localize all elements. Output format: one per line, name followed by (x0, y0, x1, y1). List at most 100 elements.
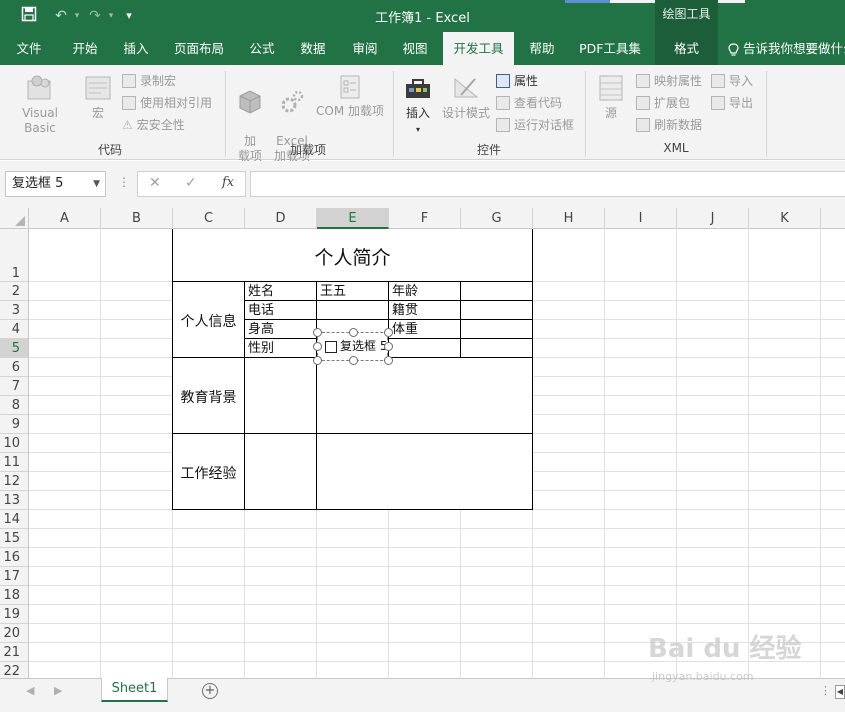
column-header-j[interactable]: J (677, 208, 749, 229)
row-header[interactable]: 9 (0, 415, 28, 434)
code-group-label: 代码 (97, 143, 122, 157)
column-header-e[interactable]: E (317, 208, 389, 229)
row-header[interactable]: 11 (0, 453, 28, 472)
row-header[interactable]: 15 (0, 529, 28, 548)
gridline (604, 229, 605, 678)
horizontal-scroll-left-icon[interactable]: ◀ (835, 685, 845, 699)
tab-file[interactable]: 文件 (8, 32, 50, 65)
tab-home[interactable]: 开始 (62, 32, 108, 65)
tab-format[interactable]: 格式 (655, 32, 718, 65)
row-header[interactable]: 7 (0, 377, 28, 396)
row-header[interactable]: 6 (0, 358, 28, 377)
com-addins-button[interactable]: COM 加载项 (314, 73, 386, 119)
resize-handle[interactable] (349, 328, 358, 337)
row-header[interactable]: 17 (0, 567, 28, 586)
expansion-packs-button[interactable]: 扩展包 (636, 93, 690, 113)
row-header[interactable]: 20 (0, 624, 28, 643)
insert-control-button[interactable]: 插入 ▾ (401, 73, 435, 137)
tab-pdf-tools[interactable]: PDF工具集 (572, 32, 648, 65)
table-border (172, 433, 533, 434)
row-header[interactable]: 22 (0, 662, 28, 678)
resize-handle[interactable] (384, 342, 393, 351)
resize-handle[interactable] (349, 356, 358, 365)
tab-data[interactable]: 数据 (292, 32, 334, 65)
row-header[interactable]: 2 (0, 282, 28, 301)
row-header[interactable]: 5 (0, 339, 28, 358)
row-header[interactable]: 14 (0, 510, 28, 529)
tab-help[interactable]: 帮助 (522, 32, 562, 65)
import-button[interactable]: 导入 (711, 71, 753, 91)
resize-handle[interactable] (384, 356, 393, 365)
resize-handle[interactable] (313, 356, 322, 365)
tab-insert[interactable]: 插入 (114, 32, 158, 65)
scroll-right-icon[interactable]: ▶ (54, 684, 62, 697)
xml-source-button[interactable]: 源 (594, 73, 628, 121)
run-dialog-button[interactable]: 运行对话框 (496, 115, 574, 135)
row-header[interactable]: 13 (0, 491, 28, 510)
resize-handle-icon[interactable]: ⋮ (118, 175, 130, 189)
addins-button[interactable]: 加 载项 (233, 73, 267, 164)
tab-view[interactable]: 视图 (395, 32, 435, 65)
worksheet-grid[interactable]: 个人简介 个人信息 教育背景 工作经验 姓名 王五 年龄 电话 籍贯 身高 体重… (29, 229, 845, 678)
column-header-f[interactable]: F (389, 208, 461, 229)
row-header[interactable]: 12 (0, 472, 28, 491)
column-header-b[interactable]: B (101, 208, 173, 229)
name-box[interactable]: 复选框 5 ▼ (5, 171, 106, 197)
insert-function-icon[interactable]: fx (222, 175, 234, 190)
add-sheet-icon[interactable]: + (202, 683, 218, 699)
checkbox-label[interactable]: 复选框 5 (340, 337, 390, 354)
column-header-c[interactable]: C (173, 208, 245, 229)
enter-icon[interactable]: ✓ (185, 175, 197, 191)
refresh-data-button[interactable]: 刷新数据 (636, 115, 702, 135)
chevron-down-icon[interactable]: ▼ (93, 172, 100, 196)
tell-me-text: 告诉我你想要做什么 (743, 41, 845, 56)
resize-handle[interactable] (313, 328, 322, 337)
row-header[interactable]: 16 (0, 548, 28, 567)
work-content-cell[interactable] (245, 434, 532, 509)
macros-button[interactable]: 宏 (82, 73, 114, 121)
tell-me-search[interactable]: 告诉我你想要做什么 (728, 32, 845, 65)
row-header[interactable]: 19 (0, 605, 28, 624)
column-header-a[interactable]: A (29, 208, 101, 229)
properties-button[interactable]: 属性 (496, 71, 538, 91)
row-header[interactable]: 10 (0, 434, 28, 453)
title-bar: ↶ ▾ ↷ ▾ ▾ 工作簿1 - Excel 绘图工具 (0, 0, 845, 32)
window-title: 工作簿1 - Excel (375, 11, 470, 26)
formula-input[interactable] (250, 171, 845, 197)
column-header-k[interactable]: K (749, 208, 821, 229)
education-content-cell[interactable] (245, 358, 532, 433)
tab-review[interactable]: 审阅 (344, 32, 386, 65)
row-header[interactable]: 1 (0, 229, 28, 282)
table-border (532, 229, 533, 510)
export-button[interactable]: 导出 (711, 93, 753, 113)
tab-formulas[interactable]: 公式 (242, 32, 282, 65)
visual-basic-button[interactable]: Visual Basic (5, 73, 75, 136)
row-header[interactable]: 3 (0, 301, 28, 320)
resize-handle[interactable] (384, 328, 393, 337)
design-mode-button[interactable]: 设计模式 (440, 73, 492, 121)
tab-page-layout[interactable]: 页面布局 (168, 32, 230, 65)
map-properties-button[interactable]: 映射属性 (636, 71, 702, 91)
macro-security-button[interactable]: ⚠ 宏安全性 (122, 115, 185, 135)
row-header[interactable]: 4 (0, 320, 28, 339)
checkbox[interactable] (325, 341, 337, 353)
column-header-g[interactable]: G (461, 208, 533, 229)
select-all-button[interactable] (0, 208, 29, 229)
sheet-tab-sheet1[interactable]: Sheet1 (101, 678, 168, 702)
cancel-icon[interactable]: ✕ (149, 175, 161, 191)
more-options-icon[interactable]: ⋮ (820, 684, 831, 697)
resize-handle[interactable] (313, 342, 322, 351)
record-macro-button[interactable]: 录制宏 (122, 71, 176, 91)
row-headers: 1 2 3 4 5 6 7 8 9 10 11 12 13 14 15 16 1… (0, 229, 29, 678)
view-code-button[interactable]: 查看代码 (496, 93, 562, 113)
scroll-left-icon[interactable]: ◀ (26, 684, 34, 697)
row-header[interactable]: 21 (0, 643, 28, 662)
toolbox-icon (406, 79, 430, 98)
column-header-d[interactable]: D (245, 208, 317, 229)
row-header[interactable]: 8 (0, 396, 28, 415)
column-header-h[interactable]: H (533, 208, 605, 229)
column-header-i[interactable]: I (605, 208, 677, 229)
row-header[interactable]: 18 (0, 586, 28, 605)
relative-refs-button[interactable]: 使用相对引用 (122, 93, 212, 113)
tab-developer[interactable]: 开发工具 (443, 32, 514, 65)
